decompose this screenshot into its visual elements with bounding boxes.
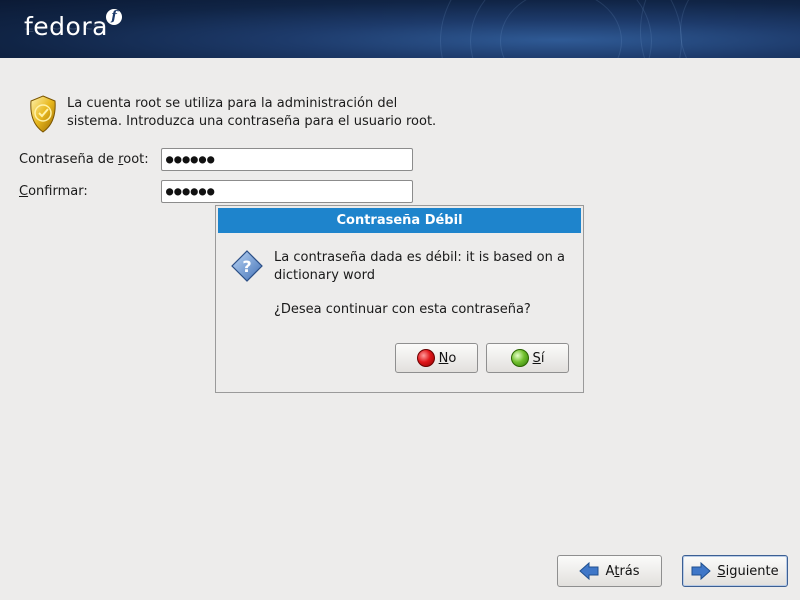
shield-badge-icon xyxy=(30,95,56,133)
yes-button[interactable]: Sí xyxy=(486,343,569,373)
svg-text:?: ? xyxy=(242,257,251,276)
intro-line-2: sistema. Introduzca una contraseña para … xyxy=(67,114,437,129)
dialog-question: ¿Desea continuar con esta contraseña? xyxy=(274,302,531,317)
dialog-message-line-1: La contraseña dada es débil: it is based… xyxy=(274,250,565,265)
question-icon: ? xyxy=(231,250,263,282)
next-arrow-icon xyxy=(691,562,712,580)
intro-description: La cuenta root se utiliza para la admini… xyxy=(67,95,436,131)
confirm-password-label: Confirmar: xyxy=(19,184,88,200)
root-password-label-text: Contraseña de xyxy=(19,152,119,167)
back-label-start: A xyxy=(605,563,615,579)
next-label-text: iguiente xyxy=(725,563,779,579)
back-arrow-icon xyxy=(579,562,599,580)
root-password-field[interactable]: ●●●●●● xyxy=(161,148,413,171)
yes-button-label: í xyxy=(540,350,545,366)
weak-password-dialog: Contraseña Débil ? La contraseña dada es… xyxy=(215,205,584,393)
next-label-mnemonic: S xyxy=(717,563,726,579)
next-button[interactable]: Siguiente xyxy=(682,555,788,587)
confirm-label-mnemonic: C xyxy=(19,184,29,199)
fedora-infinity-icon: f xyxy=(106,9,122,25)
root-password-label: Contraseña de root: xyxy=(19,152,149,168)
no-icon xyxy=(416,349,435,367)
yes-icon xyxy=(510,349,529,367)
dialog-message-line-2: dictionary word xyxy=(274,268,376,283)
fedora-banner: fedora fedora f xyxy=(0,0,800,58)
no-button[interactable]: No xyxy=(395,343,478,373)
no-button-mnemonic: N xyxy=(438,350,449,366)
intro-section: La cuenta root se utiliza para la admini… xyxy=(26,94,466,134)
intro-line-1: La cuenta root se utiliza para la admini… xyxy=(67,96,398,111)
confirm-password-field[interactable]: ●●●●●● xyxy=(161,180,413,203)
confirm-label-text: onfirmar: xyxy=(28,184,88,199)
dialog-message: La contraseña dada es débil: it is based… xyxy=(274,249,574,285)
fedora-logo-reflection: fedora xyxy=(24,19,108,35)
back-label-end: rás xyxy=(619,563,640,579)
no-button-label: o xyxy=(448,350,457,366)
dialog-title: Contraseña Débil xyxy=(218,208,581,233)
root-password-label-text-end: oot: xyxy=(123,152,149,167)
yes-button-mnemonic: S xyxy=(532,350,541,366)
back-button[interactable]: At rás xyxy=(557,555,662,587)
